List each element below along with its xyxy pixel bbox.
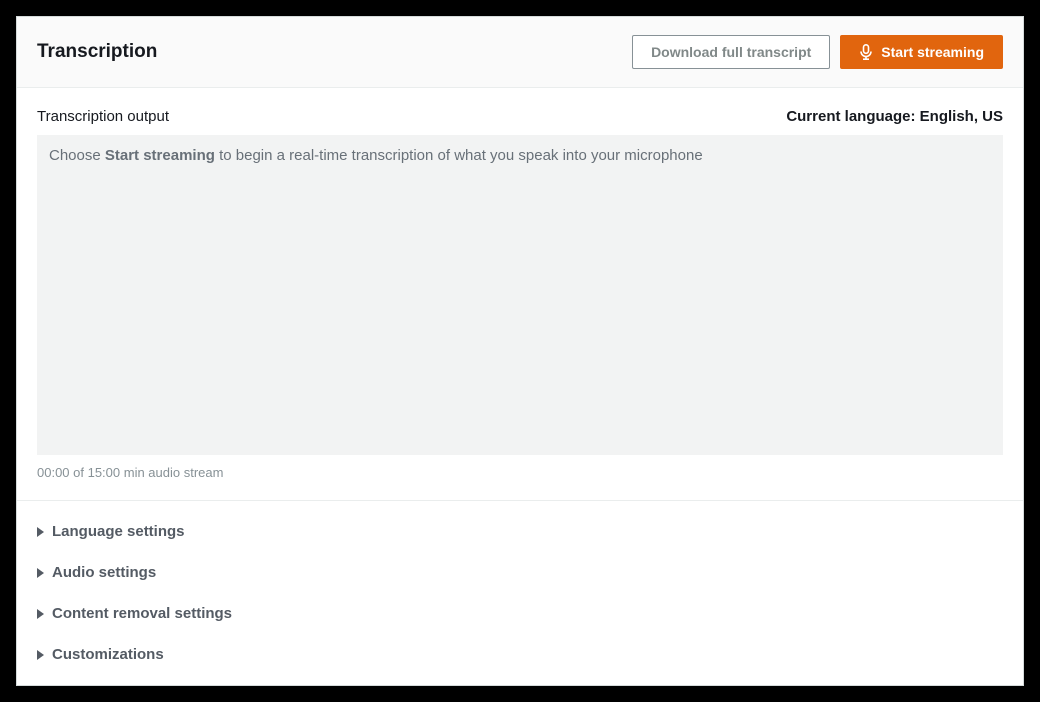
- accordion-label: Content removal settings: [52, 605, 232, 622]
- download-transcript-label: Download full transcript: [651, 44, 811, 60]
- settings-accordion: Language settings Audio settings Content…: [17, 501, 1023, 686]
- placeholder-prefix: Choose: [49, 147, 105, 164]
- accordion-audio-settings[interactable]: Audio settings: [37, 552, 1003, 593]
- panel-header: Transcription Download full transcript S…: [17, 17, 1023, 88]
- placeholder-suffix: to begin a real-time transcription of wh…: [215, 147, 703, 164]
- start-streaming-label: Start streaming: [881, 44, 984, 60]
- accordion-language-settings[interactable]: Language settings: [37, 511, 1003, 552]
- chevron-right-icon: [37, 609, 44, 619]
- chevron-right-icon: [37, 527, 44, 537]
- accordion-label: Language settings: [52, 523, 185, 540]
- transcription-panel: Transcription Download full transcript S…: [16, 16, 1024, 686]
- placeholder-strong: Start streaming: [105, 147, 215, 164]
- output-header: Transcription output Current language: E…: [37, 108, 1003, 125]
- stream-status-text: 00:00 of 15:00 min audio stream: [37, 465, 1003, 480]
- chevron-right-icon: [37, 650, 44, 660]
- accordion-content-removal-settings[interactable]: Content removal settings: [37, 593, 1003, 634]
- download-transcript-button[interactable]: Download full transcript: [632, 35, 830, 69]
- panel-content: Transcription output Current language: E…: [17, 88, 1023, 480]
- transcription-output-area: Choose Start streaming to begin a real-t…: [37, 135, 1003, 455]
- start-streaming-button[interactable]: Start streaming: [840, 35, 1003, 69]
- panel-title: Transcription: [37, 41, 157, 63]
- output-title: Transcription output: [37, 108, 169, 125]
- accordion-label: Customizations: [52, 646, 164, 663]
- accordion-label: Audio settings: [52, 564, 156, 581]
- header-actions: Download full transcript Start streaming: [632, 35, 1003, 69]
- output-placeholder: Choose Start streaming to begin a real-t…: [49, 147, 703, 164]
- chevron-right-icon: [37, 568, 44, 578]
- current-language-label: Current language: English, US: [786, 108, 1003, 125]
- microphone-icon: [859, 44, 873, 60]
- accordion-customizations[interactable]: Customizations: [37, 634, 1003, 675]
